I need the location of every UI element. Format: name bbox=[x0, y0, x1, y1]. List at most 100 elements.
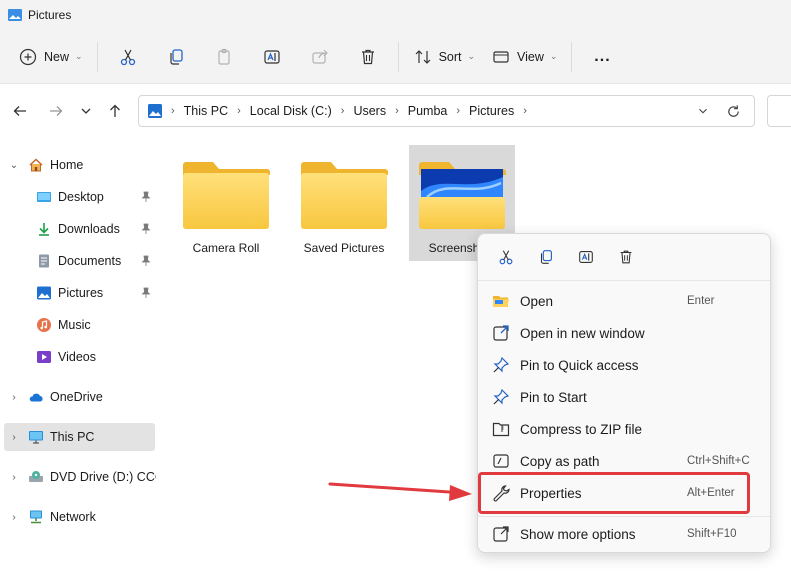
sidebar-item-label: Videos bbox=[58, 350, 96, 364]
chevron-right-icon[interactable]: › bbox=[8, 512, 20, 523]
chevron-right-icon[interactable]: › bbox=[8, 472, 20, 483]
copy-button[interactable] bbox=[526, 239, 566, 275]
breadcrumb-pictures[interactable]: Pictures bbox=[469, 104, 514, 118]
sidebar-item-desktop[interactable]: Desktop bbox=[0, 183, 156, 211]
show-more-icon bbox=[493, 526, 509, 542]
sidebar-item-home[interactable]: ⌄ Home bbox=[0, 151, 156, 179]
paste-button[interactable] bbox=[200, 39, 248, 75]
window-title: Pictures bbox=[28, 8, 72, 22]
annotation-highlight-box bbox=[478, 472, 750, 514]
forward-button[interactable] bbox=[40, 95, 72, 127]
dvd-drive-icon bbox=[29, 471, 43, 482]
pin-icon[interactable] bbox=[140, 191, 152, 203]
sidebar-item-documents[interactable]: Documents bbox=[0, 247, 156, 275]
recent-locations-button[interactable] bbox=[70, 95, 102, 127]
sidebar-item-onedrive[interactable]: › OneDrive bbox=[0, 383, 156, 411]
chevron-down-icon[interactable]: ⌄ bbox=[8, 160, 20, 171]
menu-item-compress-zip[interactable]: Compress to ZIP file bbox=[478, 413, 770, 445]
zip-folder-icon bbox=[492, 422, 510, 437]
menu-item-label: Pin to Quick access bbox=[520, 357, 639, 373]
sidebar-item-pictures[interactable]: Pictures bbox=[0, 279, 156, 307]
sidebar-item-downloads[interactable]: Downloads bbox=[0, 215, 156, 243]
breadcrumb-local-disk[interactable]: Local Disk (C:) bbox=[250, 104, 332, 118]
sidebar-item-network[interactable]: › Network bbox=[0, 503, 156, 531]
divider bbox=[571, 41, 573, 72]
breadcrumb-this-pc[interactable]: This PC bbox=[184, 104, 228, 118]
menu-item-shortcut: Ctrl+Shift+C bbox=[687, 455, 750, 467]
menu-item-label: Copy as path bbox=[520, 453, 600, 469]
pictures-folder-icon bbox=[148, 104, 162, 118]
arrow-up-icon bbox=[110, 104, 120, 117]
refresh-button[interactable] bbox=[718, 96, 748, 126]
sidebar-item-music[interactable]: Music bbox=[0, 311, 156, 339]
arrow-right-icon bbox=[50, 106, 63, 116]
copy-button[interactable] bbox=[152, 39, 200, 75]
pictures-icon bbox=[37, 286, 51, 300]
back-button[interactable] bbox=[4, 95, 36, 127]
menu-item-open[interactable]: Open Enter bbox=[478, 285, 770, 317]
view-button[interactable]: View ⌄ bbox=[483, 39, 565, 75]
up-button[interactable] bbox=[99, 95, 131, 127]
music-icon bbox=[37, 318, 51, 332]
chevron-right-icon[interactable]: › bbox=[8, 432, 20, 443]
pictures-app-icon bbox=[8, 9, 22, 21]
pin-icon bbox=[493, 388, 510, 405]
chevron-down-icon: ⌄ bbox=[549, 51, 558, 61]
menu-divider bbox=[478, 516, 770, 517]
breadcrumb-users[interactable]: Users bbox=[353, 104, 386, 118]
new-button-label: New bbox=[44, 49, 70, 64]
chevron-right-icon[interactable]: › bbox=[8, 392, 20, 403]
chevron-right-icon[interactable]: › bbox=[395, 105, 399, 117]
chevron-down-icon: ⌄ bbox=[75, 51, 83, 61]
chevron-right-icon[interactable]: › bbox=[237, 105, 241, 117]
scissors-icon bbox=[120, 49, 135, 65]
menu-item-label: Show more options bbox=[520, 526, 636, 542]
desktop-icon bbox=[37, 192, 51, 202]
menu-item-label: Compress to ZIP file bbox=[520, 421, 643, 437]
chevron-right-icon[interactable]: › bbox=[341, 105, 345, 117]
breadcrumb-pumba[interactable]: Pumba bbox=[408, 104, 448, 118]
pin-icon[interactable] bbox=[140, 223, 152, 235]
more-icon: ... bbox=[594, 47, 611, 65]
sidebar-item-dvd-drive[interactable]: › DVD Drive (D:) CCCOMA_X64FRE_EN-US_DV9 bbox=[0, 463, 156, 491]
share-icon bbox=[311, 49, 328, 64]
menu-item-open-new-window[interactable]: Open in new window bbox=[478, 317, 770, 349]
sidebar-item-this-pc[interactable]: › This PC bbox=[4, 423, 155, 451]
context-menu-quick-actions bbox=[478, 234, 770, 281]
sort-icon bbox=[415, 49, 430, 64]
cut-button[interactable] bbox=[486, 239, 526, 275]
menu-item-show-more-options[interactable]: Show more options Shift+F10 bbox=[478, 518, 770, 550]
rename-button[interactable] bbox=[248, 39, 296, 75]
cloud-icon bbox=[29, 393, 43, 402]
menu-item-pin-start[interactable]: Pin to Start bbox=[478, 381, 770, 413]
delete-button[interactable] bbox=[606, 239, 646, 275]
pin-icon[interactable] bbox=[140, 255, 152, 267]
search-input[interactable] bbox=[767, 95, 791, 127]
new-button[interactable]: New ⌄ bbox=[10, 39, 91, 75]
refresh-icon bbox=[727, 104, 739, 117]
delete-button[interactable] bbox=[344, 39, 392, 75]
address-bar[interactable]: › This PC › Local Disk (C:) › Users › Pu… bbox=[138, 95, 755, 127]
clipboard-icon bbox=[217, 48, 230, 65]
rename-icon bbox=[579, 251, 593, 263]
folder-tile-camera-roll[interactable]: Camera Roll bbox=[173, 145, 279, 261]
chevron-right-icon[interactable]: › bbox=[523, 105, 527, 117]
folder-icon bbox=[301, 162, 388, 229]
rename-button[interactable] bbox=[566, 239, 606, 275]
cut-button[interactable] bbox=[104, 39, 152, 75]
chevron-down-icon bbox=[699, 108, 707, 114]
more-options-button[interactable]: ... bbox=[578, 39, 626, 75]
trash-icon bbox=[620, 250, 632, 264]
sidebar-item-label: Documents bbox=[58, 254, 122, 268]
address-history-button[interactable] bbox=[688, 96, 718, 126]
sort-button[interactable]: Sort ⌄ bbox=[405, 39, 483, 75]
menu-item-pin-quick-access[interactable]: Pin to Quick access bbox=[478, 349, 770, 381]
scissors-icon bbox=[499, 250, 513, 265]
pin-icon[interactable] bbox=[140, 287, 152, 299]
folder-tile-saved-pictures[interactable]: Saved Pictures bbox=[291, 145, 397, 261]
computer-icon bbox=[29, 431, 43, 444]
sidebar-item-videos[interactable]: Videos bbox=[0, 343, 156, 371]
share-button[interactable] bbox=[296, 39, 344, 75]
chevron-right-icon[interactable]: › bbox=[456, 105, 460, 117]
menu-item-shortcut: Enter bbox=[687, 295, 715, 307]
